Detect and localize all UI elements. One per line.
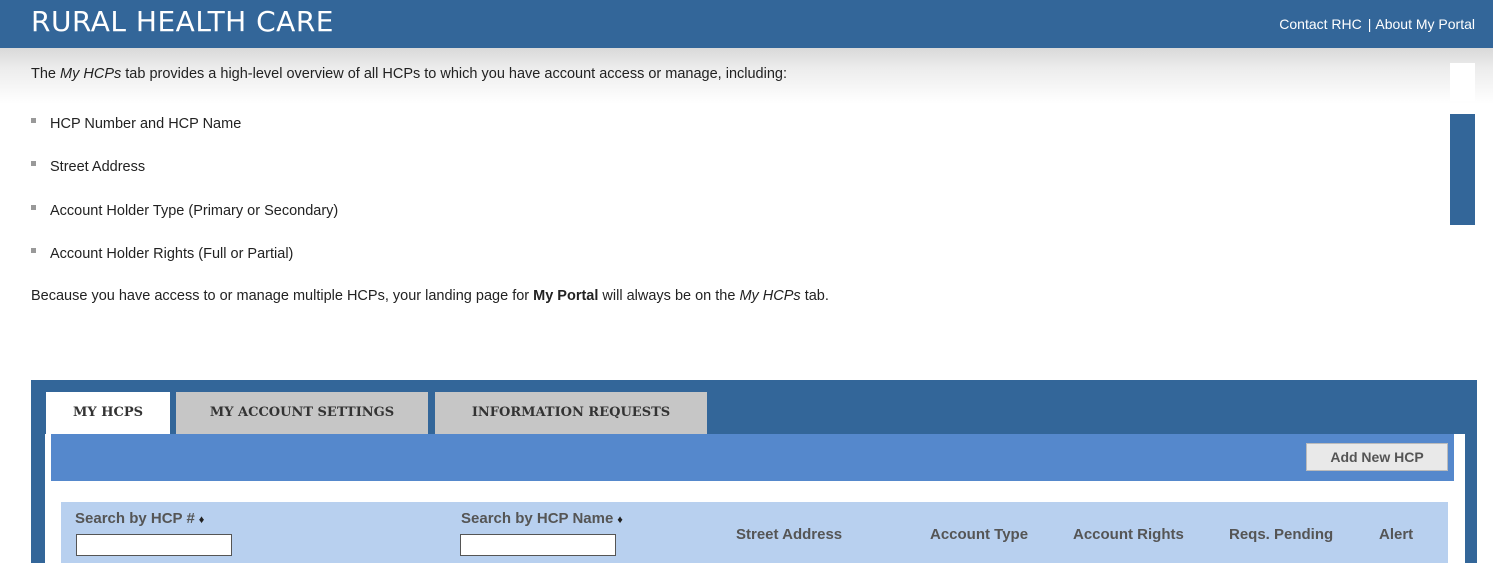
portal-panel: MY HCPS MY ACCOUNT SETTINGS INFORMATION … [31,380,1477,563]
outro-tab-name: My HCPs [739,288,801,304]
tab-information-requests[interactable]: INFORMATION REQUESTS [435,392,707,434]
bullet-square-icon [31,160,36,166]
bullet-square-icon [31,247,36,253]
outro-text-pre: Because you have access to or manage mul… [31,288,534,304]
bullet-square-icon [31,204,36,210]
column-header-alert: Alert [1379,526,1414,543]
sort-arrows-icon[interactable]: ♦ [199,514,205,526]
outro-portal-name: My Portal [533,288,599,304]
about-my-portal-link[interactable]: About My Portal [1375,16,1475,32]
scrollbar-thumb[interactable] [1450,114,1475,225]
add-new-hcp-button[interactable]: Add New HCP [1306,443,1448,471]
list-item-text: Account Holder Type (Primary or Secondar… [50,203,339,219]
list-item: Street Address [31,159,145,175]
search-hcp-number-input[interactable] [76,534,232,556]
sort-arrows-icon[interactable]: ♦ [617,514,623,526]
column-header-hcp-name[interactable]: Search by HCP Name ♦ [461,510,623,527]
column-header-reqs-pending: Reqs. Pending [1229,526,1334,543]
intro-tab-name: My HCPs [60,66,122,82]
bullet-square-icon [31,117,36,123]
site-brand: RURAL HEALTH CARE [31,5,334,38]
column-header-street-address: Street Address [736,526,843,543]
site-header: RURAL HEALTH CARE Contact RHC | About My P… [0,0,1493,48]
list-item: Account Holder Rights (Full or Partial) [31,246,293,262]
scrollbar-track[interactable] [1450,63,1475,101]
intro-paragraph: The My HCPs tab provides a high-level ov… [31,66,787,82]
outro-text-post: tab. [800,288,829,304]
list-item-text: Street Address [50,159,146,175]
tab-my-account-settings[interactable]: MY ACCOUNT SETTINGS [176,392,428,434]
list-item: Account Holder Type (Primary or Secondar… [31,203,338,219]
list-item-text: Account Holder Rights (Full or Partial) [50,246,294,262]
hcp-table-header: Search by HCP # ♦ Search by HCP Name ♦ Str… [61,502,1448,563]
header-links: Contact RHC | About My Portal [1279,16,1475,32]
column-header-hcp-number[interactable]: Search by HCP # ♦ [75,510,204,527]
outro-text-mid: will always be on the [598,288,740,304]
contact-rhc-link[interactable]: Contact RHC [1279,16,1361,32]
column-header-account-type: Account Type [930,526,1029,543]
header-link-separator: | [1367,16,1372,32]
column-header-account-rights: Account Rights [1073,526,1184,543]
column-label: Search by HCP Name [461,510,614,527]
list-item-text: HCP Number and HCP Name [50,116,242,132]
tab-content: Add New HCP Search by HCP # ♦ Search by H… [45,434,1465,563]
hcp-toolbar: Add New HCP [51,434,1454,481]
search-hcp-name-input[interactable] [460,534,616,556]
tab-my-hcps[interactable]: MY HCPS [46,392,170,436]
intro-text-pre: The [31,66,61,82]
landing-page-note: Because you have access to or manage mul… [31,288,829,304]
list-item: HCP Number and HCP Name [31,116,241,132]
column-label: Search by HCP # [75,510,195,527]
intro-text-post: tab provides a high-level overview of al… [121,66,787,82]
